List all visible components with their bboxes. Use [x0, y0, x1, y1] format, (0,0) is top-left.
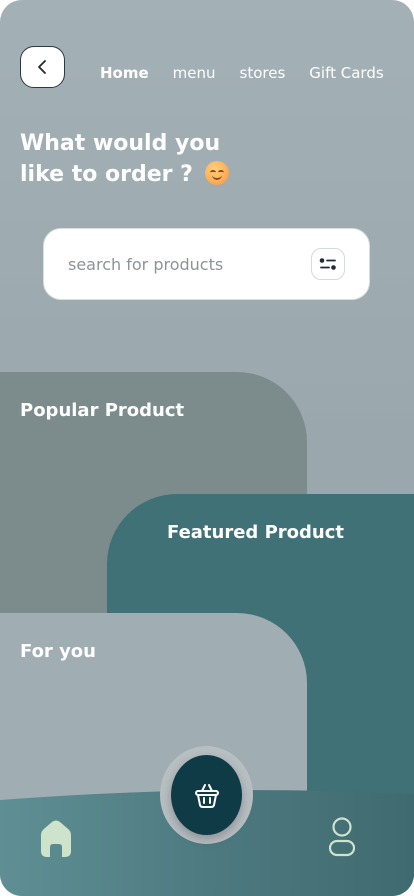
- home-button[interactable]: [34, 816, 78, 860]
- nav-item-menu[interactable]: menu: [173, 64, 216, 82]
- filter-button[interactable]: [311, 248, 345, 280]
- basket-button[interactable]: [171, 755, 242, 835]
- popular-product-title: Popular Product: [20, 400, 185, 421]
- nav-item-stores[interactable]: stores: [240, 64, 286, 82]
- basket-icon: [194, 784, 219, 808]
- nav-item-home[interactable]: Home: [100, 64, 149, 82]
- top-nav: Home menu stores Gift Cards: [100, 64, 384, 82]
- title-line-2: like to order ?: [20, 162, 193, 187]
- home-icon: [41, 820, 71, 857]
- title-line-1: What would you: [20, 131, 221, 156]
- profile-button[interactable]: [322, 814, 362, 858]
- search-bar: [43, 228, 370, 300]
- search-input[interactable]: [68, 254, 311, 274]
- featured-product-title: Featured Product: [167, 522, 344, 543]
- filter-icon: [319, 258, 336, 270]
- smiling-face-emoji-icon: [204, 161, 229, 185]
- chevron-left-icon: [37, 60, 46, 74]
- user-icon: [328, 817, 356, 857]
- back-button[interactable]: [20, 46, 65, 88]
- app-screen: Home menu stores Gift Cards What would y…: [0, 0, 414, 896]
- page-title: What would you like to order ?: [20, 128, 250, 190]
- nav-item-gift-cards[interactable]: Gift Cards: [309, 64, 383, 82]
- for-you-title: For you: [20, 641, 96, 662]
